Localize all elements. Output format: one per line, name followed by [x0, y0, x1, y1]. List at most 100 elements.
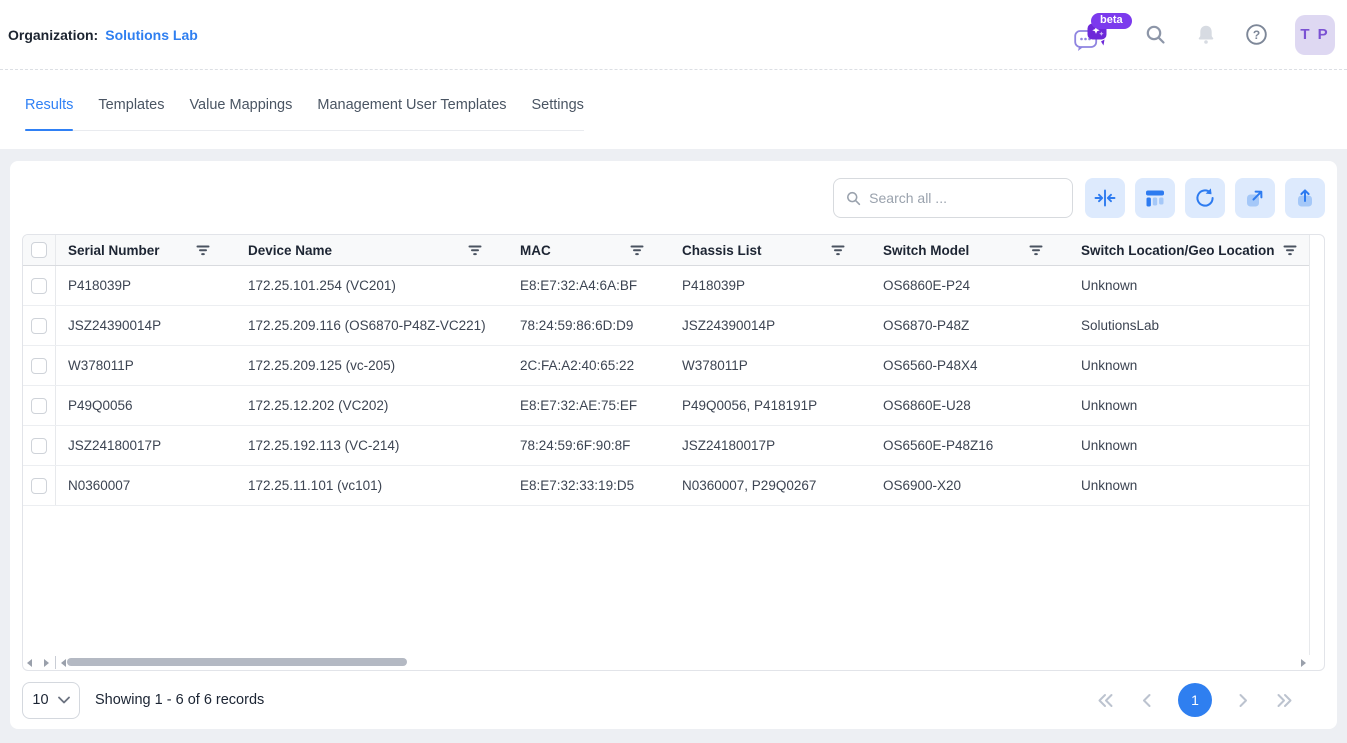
next-page-button[interactable] — [1236, 691, 1250, 710]
table-cell: 172.25.209.125 (vc-205) — [236, 346, 508, 385]
table-cell: E8:E7:32:A4:6A:BF — [508, 266, 670, 305]
refresh-button[interactable] — [1185, 178, 1225, 218]
table-row[interactable]: JSZ24390014P172.25.209.116 (OS6870-P48Z-… — [23, 306, 1309, 346]
notifications-button[interactable] — [1194, 23, 1218, 47]
organization-label-group: Organization: Solutions Lab — [8, 27, 198, 43]
table-search-box — [833, 178, 1073, 218]
manage-columns-button[interactable] — [1135, 178, 1175, 218]
filter-icon[interactable] — [1283, 245, 1297, 256]
table-cell: OS6560E-P48Z16 — [871, 426, 1069, 465]
global-search-button[interactable] — [1144, 23, 1168, 47]
column-header[interactable]: Chassis List — [670, 235, 871, 265]
results-card: Serial NumberDevice NameMACChassis ListS… — [10, 161, 1337, 729]
tab-results[interactable]: Results — [25, 97, 73, 130]
search-icon — [1144, 23, 1168, 47]
tab-management-user-templates[interactable]: Management User Templates — [317, 97, 506, 130]
row-checkbox[interactable] — [31, 318, 47, 334]
table-cell: Unknown — [1069, 386, 1309, 425]
ai-assistant-button[interactable]: beta — [1074, 22, 1118, 56]
row-select-cell — [23, 306, 56, 345]
table-cell: P49Q0056, P418191P — [670, 386, 871, 425]
scrollbar-thumb[interactable] — [67, 658, 407, 666]
tab-templates[interactable]: Templates — [98, 97, 164, 130]
select-all-checkbox[interactable] — [31, 242, 47, 258]
row-checkbox[interactable] — [31, 398, 47, 414]
export-button[interactable] — [1235, 178, 1275, 218]
row-select-cell — [23, 426, 56, 465]
filter-icon[interactable] — [630, 245, 644, 256]
table-cell: N0360007 — [56, 466, 236, 505]
column-label: Switch Location/Geo Location — [1081, 243, 1275, 258]
page-1-button[interactable]: 1 — [1178, 683, 1212, 717]
collapse-columns-button[interactable] — [1085, 178, 1125, 218]
row-select-cell — [23, 466, 56, 505]
help-icon: ? — [1244, 22, 1269, 47]
table-empty-space — [23, 506, 1309, 655]
user-avatar[interactable]: T P — [1295, 15, 1335, 55]
table-row[interactable]: P49Q0056172.25.12.202 (VC202)E8:E7:32:AE… — [23, 386, 1309, 426]
upload-button[interactable] — [1285, 178, 1325, 218]
table-cell: 172.25.101.254 (VC201) — [236, 266, 508, 305]
bell-icon — [1194, 23, 1218, 47]
row-checkbox[interactable] — [31, 278, 47, 294]
filter-icon[interactable] — [196, 245, 210, 256]
header-icon-group: beta ? T P — [1074, 14, 1335, 56]
first-page-button[interactable] — [1095, 691, 1116, 710]
table-row[interactable]: N0360007172.25.11.101 (vc101)E8:E7:32:33… — [23, 466, 1309, 506]
search-icon — [846, 190, 861, 207]
row-checkbox[interactable] — [31, 438, 47, 454]
table-cell: JSZ24390014P — [56, 306, 236, 345]
scroll-right-icon[interactable] — [1301, 659, 1306, 667]
row-select-cell — [23, 346, 56, 385]
tab-settings[interactable]: Settings — [532, 97, 584, 130]
row-select-cell — [23, 386, 56, 425]
filter-icon[interactable] — [831, 245, 845, 256]
table-cell: 172.25.192.113 (VC-214) — [236, 426, 508, 465]
tab-value-mappings[interactable]: Value Mappings — [189, 97, 292, 130]
previous-page-button[interactable] — [1140, 691, 1154, 710]
column-label: Device Name — [248, 243, 332, 258]
table-cell: Unknown — [1069, 346, 1309, 385]
organization-label: Organization: — [8, 27, 98, 43]
chevron-right-icon — [1238, 693, 1248, 708]
table-cell: 78:24:59:86:6D:D9 — [508, 306, 670, 345]
table-header-row: Serial NumberDevice NameMACChassis ListS… — [23, 235, 1309, 266]
table-footer: 10 Showing 1 - 6 of 6 records — [10, 671, 1337, 729]
organization-name-link[interactable]: Solutions Lab — [105, 27, 198, 43]
last-page-button[interactable] — [1274, 691, 1295, 710]
arrow-up-right-icon — [1244, 187, 1266, 209]
scroll-right-icon[interactable] — [44, 659, 49, 667]
table-row[interactable]: P418039P172.25.101.254 (VC201)E8:E7:32:A… — [23, 266, 1309, 306]
row-checkbox[interactable] — [31, 358, 47, 374]
column-header[interactable]: MAC — [508, 235, 670, 265]
table-cell: JSZ24180017P — [670, 426, 871, 465]
table-cell: JSZ24180017P — [56, 426, 236, 465]
search-input[interactable] — [869, 190, 1060, 206]
column-header[interactable]: Switch Model — [871, 235, 1069, 265]
beta-badge: beta — [1091, 13, 1132, 29]
table-scroll-area: Serial NumberDevice NameMACChassis ListS… — [23, 235, 1310, 655]
row-checkbox[interactable] — [31, 478, 47, 494]
column-header[interactable]: Device Name — [236, 235, 508, 265]
top-header-bar: Organization: Solutions Lab beta — [0, 0, 1347, 70]
table-row[interactable]: JSZ24180017P172.25.192.113 (VC-214)78:24… — [23, 426, 1309, 466]
scroll-left-icon[interactable] — [27, 659, 32, 667]
column-header[interactable]: Serial Number — [56, 235, 236, 265]
help-button[interactable]: ? — [1244, 22, 1269, 47]
select-all-cell — [23, 235, 56, 265]
page-size-select[interactable]: 10 — [22, 682, 80, 719]
table-row[interactable]: W378011P172.25.209.125 (vc-205)2C:FA:A2:… — [23, 346, 1309, 386]
table-body: P418039P172.25.101.254 (VC201)E8:E7:32:A… — [23, 266, 1309, 506]
scroll-left-icon[interactable] — [61, 659, 66, 667]
refresh-icon — [1194, 187, 1216, 209]
filter-icon[interactable] — [468, 245, 482, 256]
table-cell: Unknown — [1069, 266, 1309, 305]
table-cell: Unknown — [1069, 426, 1309, 465]
table-cell: W378011P — [670, 346, 871, 385]
results-table: Serial NumberDevice NameMACChassis ListS… — [22, 234, 1325, 671]
pagination: 1 — [1095, 683, 1295, 717]
table-cell: N0360007, P29Q0267 — [670, 466, 871, 505]
table-cell: W378011P — [56, 346, 236, 385]
filter-icon[interactable] — [1029, 245, 1043, 256]
column-header[interactable]: Switch Location/Geo Location — [1069, 235, 1309, 265]
